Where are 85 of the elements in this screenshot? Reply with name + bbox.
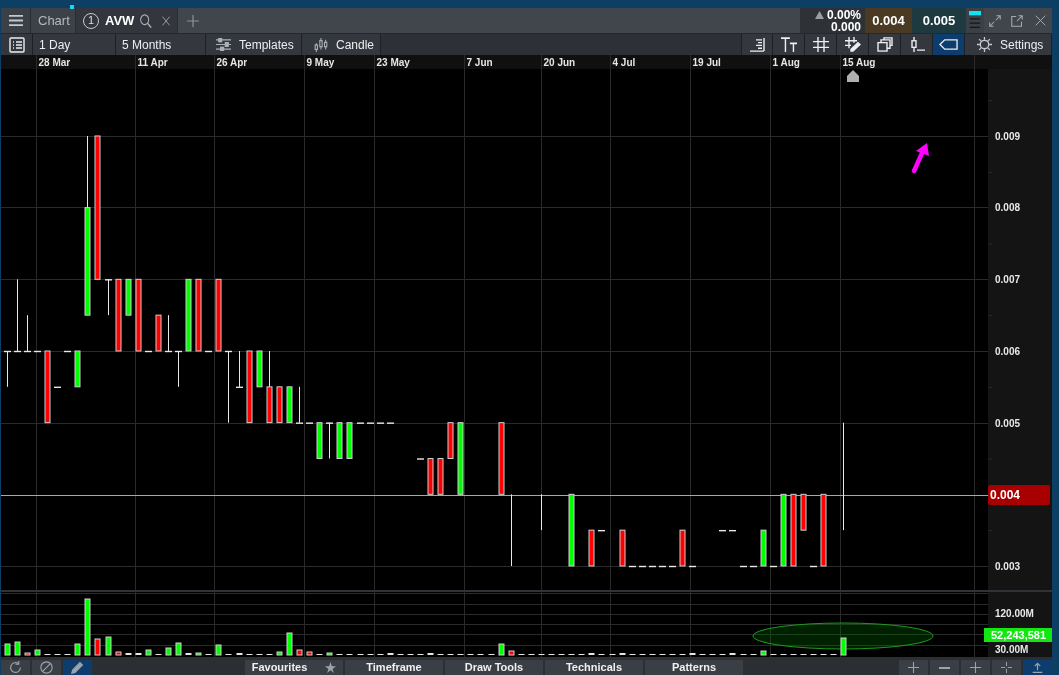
stacked-bars-icon [969,11,981,30]
menu-tab[interactable]: Technicals [545,660,643,675]
menu-tab[interactable]: Draw Tools [445,660,543,675]
date-label: 26 Apr [216,57,248,68]
plus-button[interactable] [899,660,928,675]
settings-button[interactable]: Settings [965,34,1052,55]
candlestick-icon [314,37,328,52]
text-size-button[interactable] [773,34,805,55]
price-axis-label: 0.008 [995,201,1021,213]
stacked-squares-icon [876,37,893,52]
price-axis-label: 0.005 [995,417,1021,429]
date-label: 11 Apr [137,57,168,68]
upload-button[interactable] [1023,660,1052,675]
grid-button[interactable] [805,34,837,55]
tag-button[interactable] [933,34,965,55]
symbol-label: AVW [105,11,135,30]
date-label: 4 Jul [612,57,636,68]
minus-icon [939,666,950,669]
grid-icon [812,37,829,52]
menu-tab[interactable]: Favourites [245,660,343,675]
date-label: 1 Aug [772,57,800,68]
date-label: 28 Mar [38,57,71,68]
close-icon[interactable] [1034,15,1046,26]
date-label: 23 May [376,57,410,68]
prohibited-icon [40,661,53,674]
date-label: 19 Jul [692,57,721,68]
stacked-squares-button[interactable] [869,34,901,55]
refresh-icon [9,661,22,674]
tag-icon [939,39,958,50]
date-label: 7 Jun [466,57,493,68]
date-label: 20 Jun [543,57,576,68]
expand-icon[interactable] [989,14,1001,27]
up-triangle-icon [814,10,824,19]
refresh-button[interactable] [1,660,30,675]
right-aligned-lines-icon [749,37,765,52]
star-icon [325,662,337,673]
list-icon [8,36,25,53]
chart-type-button[interactable]: Candle [302,34,381,55]
price-axis-label: 0.006 [995,345,1021,357]
volume-axis-label: 30.00M [995,644,1029,655]
crosshair-icon [1001,662,1012,673]
menu-tab[interactable]: Patterns [645,660,743,675]
plus-icon [187,14,199,27]
last-price-label: 0.004 [988,485,1050,505]
ellipse-annotation[interactable] [752,622,934,650]
menu-tab[interactable]: Timeframe [345,660,443,675]
symbol-tab[interactable]: 1 AVW [76,8,178,33]
arrow-annotation[interactable] [911,143,929,174]
text-size-icon [780,37,797,52]
candle-with-line-icon [908,37,925,52]
last-volume-label: 52,243,581 [984,628,1052,642]
candle-with-line-button[interactable] [901,34,933,55]
price-axis-label: 0.007 [995,273,1021,285]
chart-tab[interactable]: Chart [31,8,76,33]
change-percent: 0.00% [826,8,861,21]
right-aligned-lines-button[interactable] [741,34,773,55]
minus-button[interactable] [930,660,959,675]
settings-icon [977,37,992,52]
upload-icon [1032,662,1043,673]
volume-axis-label: 120.00M [995,608,1034,619]
pencil-button[interactable] [63,660,92,675]
grid-pencil-icon [844,37,861,52]
range-dropdown[interactable]: 5 Months [116,34,206,55]
bid-price[interactable]: 0.004 [865,8,912,33]
menu-button[interactable] [1,8,31,33]
date-label: 9 May [306,57,335,68]
crosshair-button[interactable] [992,660,1021,675]
interval-dropdown[interactable]: 1 Day [33,34,116,55]
plus-icon [970,662,981,673]
sliders-icon [216,38,231,51]
change-value: 0.000 [830,20,861,33]
ask-price[interactable]: 0.005 [912,8,966,33]
popout-icon[interactable] [1011,14,1023,27]
price-axis-label: 0.003 [995,560,1021,572]
menu-icon [8,15,23,26]
search-icon[interactable] [140,13,152,28]
price-axis-label: 0.009 [995,130,1021,142]
list-button[interactable] [1,34,33,55]
plus-icon [908,662,919,673]
grid-pencil-button[interactable] [837,34,869,55]
templates-button[interactable]: Templates [206,34,302,55]
date-label: 15 Aug [842,57,876,68]
close-icon[interactable] [161,15,170,26]
plus-button[interactable] [961,660,990,675]
prohibited-button[interactable] [32,660,61,675]
